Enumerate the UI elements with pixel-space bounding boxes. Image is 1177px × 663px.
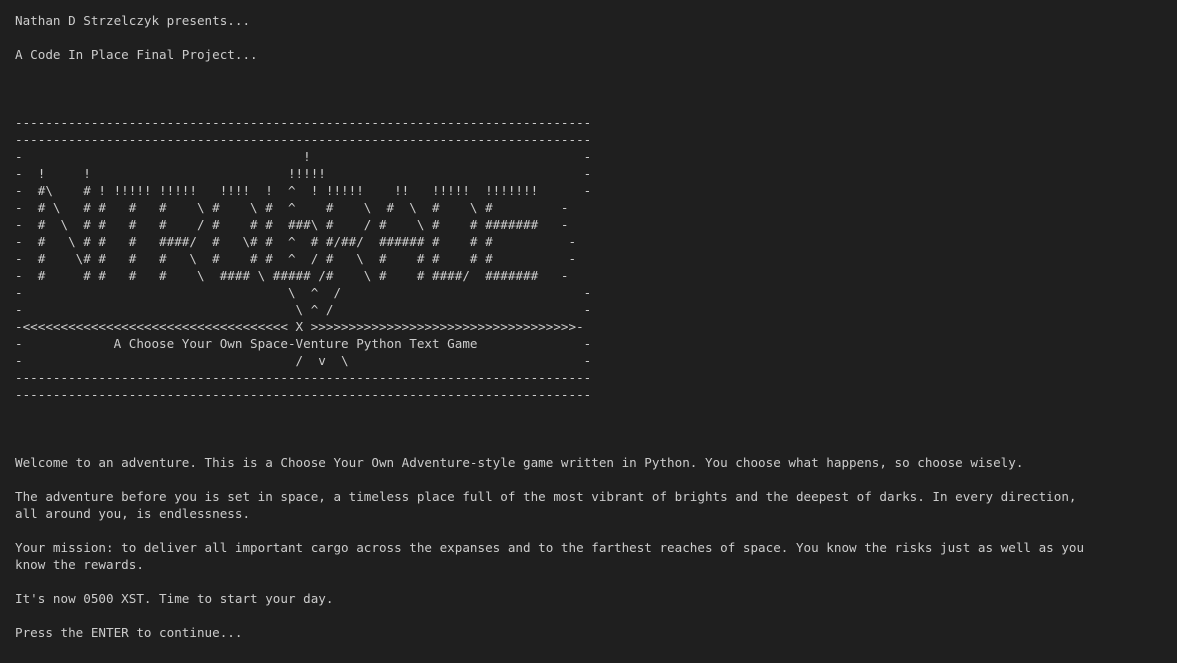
banner-line: - \ ^ / - — [15, 302, 592, 317]
blank-lines — [15, 63, 1165, 114]
banner-line: - #\ # ! !!!!! !!!!! !!!! ! ^ ! !!!!! !!… — [15, 183, 592, 198]
banner-line: - ! ! !!!!! - — [15, 166, 592, 181]
banner-line: ----------------------------------------… — [15, 132, 592, 147]
banner-line: ----------------------------------------… — [15, 387, 592, 402]
banner-line: -<<<<<<<<<<<<<<<<<<<<<<<<<<<<<<<<<<< X >… — [15, 319, 584, 334]
setting-paragraph: The adventure before you is set in space… — [15, 489, 1085, 521]
time-line: It's now 0500 XST. Time to start your da… — [15, 591, 334, 606]
terminal-output[interactable]: Nathan D Strzelczyk presents... A Code I… — [15, 12, 1165, 641]
ascii-title-banner: ----------------------------------------… — [15, 114, 1165, 403]
banner-line: - # \ # # # # \ # \ # ^ # \ # \ # \ # - — [15, 200, 569, 215]
presents-line: Nathan D Strzelczyk presents... — [15, 13, 251, 28]
blank-lines — [15, 403, 1165, 454]
banner-subtitle-line: - A Choose Your Own Space-Venture Python… — [15, 336, 592, 351]
welcome-paragraph: Welcome to an adventure. This is a Choos… — [15, 455, 1024, 470]
banner-line: - # # # # # \ #### \ ##### /# \ # # ####… — [15, 268, 569, 283]
enter-prompt[interactable]: Press the ENTER to continue... — [15, 624, 1165, 641]
banner-line: - # \ # # # ####/ # \# # ^ # #/##/ #####… — [15, 234, 577, 249]
project-line: A Code In Place Final Project... — [15, 47, 258, 62]
banner-line: ----------------------------------------… — [15, 370, 592, 385]
banner-line: - ! - — [15, 149, 592, 164]
mission-paragraph: Your mission: to deliver all important c… — [15, 540, 1092, 572]
banner-line: - # \ # # # # / # # # ###\ # / # \ # # #… — [15, 217, 569, 232]
banner-line: - \ ^ / - — [15, 285, 592, 300]
banner-line: ----------------------------------------… — [15, 115, 592, 130]
banner-line: - / v \ - — [15, 353, 592, 368]
banner-line: - # \# # # # \ # # # ^ / # \ # # # # # - — [15, 251, 577, 266]
